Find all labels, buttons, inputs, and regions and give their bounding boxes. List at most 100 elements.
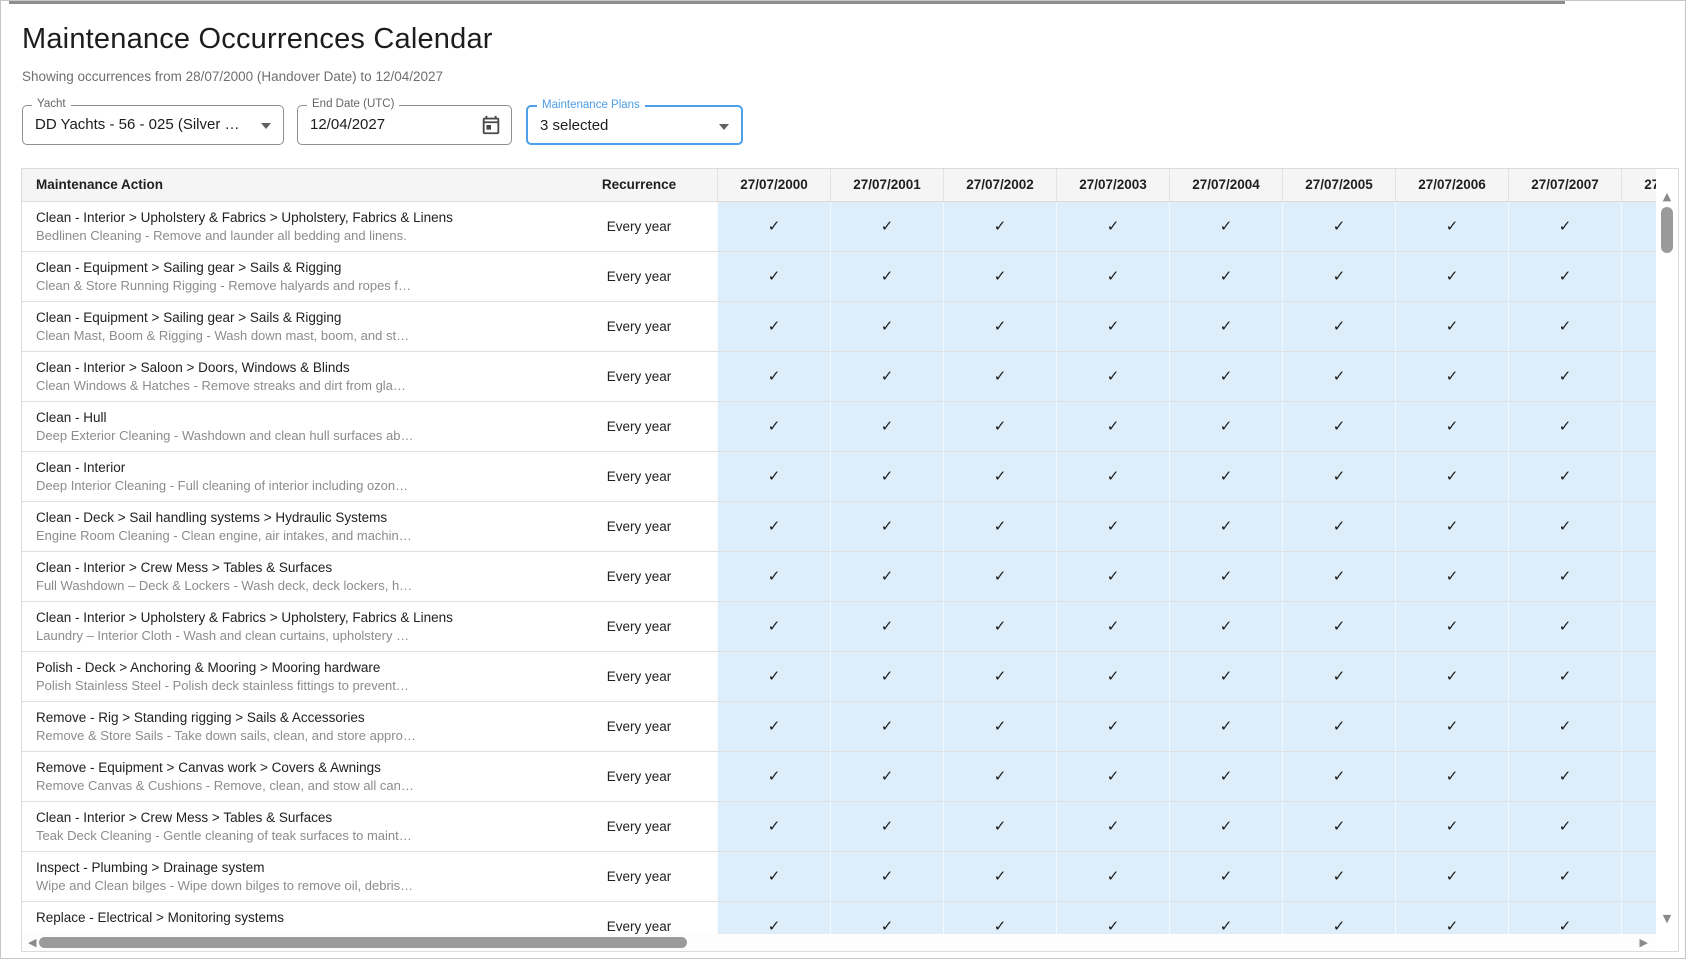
check-icon: ✓ — [994, 568, 1007, 585]
occurrence-cell: ✓ — [943, 352, 1056, 401]
maintenance-action-detail: Clean & Store Running Rigging - Remove h… — [36, 277, 551, 295]
occurrence-cell: ✓ — [830, 202, 943, 251]
check-icon: ✓ — [1107, 368, 1120, 385]
check-icon: ✓ — [1107, 518, 1120, 535]
occurrence-cell: ✓ — [1621, 652, 1656, 701]
occurrence-cell: ✓ — [830, 652, 943, 701]
scroll-up-icon[interactable]: ▲ — [1656, 191, 1678, 203]
app-window: Maintenance Occurrences Calendar Showing… — [0, 0, 1686, 959]
check-icon: ✓ — [994, 818, 1007, 835]
calendar-icon[interactable] — [480, 114, 502, 136]
occurrence-cell: ✓ — [1395, 602, 1508, 651]
check-icon: ✓ — [881, 818, 894, 835]
check-icon: ✓ — [768, 818, 781, 835]
check-icon: ✓ — [994, 368, 1007, 385]
check-icon: ✓ — [1107, 468, 1120, 485]
maintenance-plans-select[interactable]: Maintenance Plans 3 selected — [526, 105, 743, 145]
maintenance-action-title: Clean - Equipment > Sailing gear > Sails… — [36, 259, 551, 277]
maintenance-action-title: Clean - Interior > Crew Mess > Tables & … — [36, 559, 551, 577]
occurrence-cell: ✓ — [1621, 402, 1656, 451]
recurrence-cell: Every year — [561, 852, 717, 901]
occurrence-cell: ✓ — [1395, 502, 1508, 551]
occurrence-cell: ✓ — [1282, 452, 1395, 501]
check-icon: ✓ — [994, 868, 1007, 885]
check-icon: ✓ — [1107, 868, 1120, 885]
check-icon: ✓ — [1333, 718, 1346, 735]
occurrence-cell: ✓ — [1395, 702, 1508, 751]
scroll-down-icon[interactable]: ▼ — [1656, 913, 1678, 925]
occurrence-cell: ✓ — [1621, 752, 1656, 801]
check-icon: ✓ — [1559, 318, 1572, 335]
occurrence-cell: ✓ — [1395, 352, 1508, 401]
check-icon: ✓ — [994, 768, 1007, 785]
check-icon: ✓ — [768, 918, 781, 935]
maintenance-action-title: Polish - Deck > Anchoring & Mooring > Mo… — [36, 659, 551, 677]
maintenance-action-title: Remove - Rig > Standing rigging > Sails … — [36, 709, 551, 727]
occurrence-cell: ✓ — [1056, 302, 1169, 351]
occurrence-cell: ✓ — [1621, 502, 1656, 551]
yacht-select[interactable]: Yacht DD Yachts - 56 - 025 (Silver … — [22, 105, 284, 145]
check-icon: ✓ — [1107, 418, 1120, 435]
occurrence-cell: ✓ — [1056, 352, 1169, 401]
check-icon: ✓ — [1559, 868, 1572, 885]
check-icon: ✓ — [1220, 818, 1233, 835]
maintenance-action-detail: Full Washdown – Deck & Lockers - Wash de… — [36, 577, 551, 595]
check-icon: ✓ — [1559, 268, 1572, 285]
table-row: Clean - Equipment > Sailing gear > Sails… — [22, 302, 1656, 352]
occurrence-cell: ✓ — [717, 302, 830, 351]
check-icon: ✓ — [1446, 368, 1459, 385]
check-icon: ✓ — [1333, 268, 1346, 285]
maintenance-action-title: Clean - Interior > Saloon > Doors, Windo… — [36, 359, 551, 377]
occurrence-cell: ✓ — [830, 552, 943, 601]
maintenance-plans-value: 3 selected — [540, 107, 608, 145]
occurrence-cell: ✓ — [1169, 252, 1282, 301]
table-row: Remove - Rig > Standing rigging > Sails … — [22, 702, 1656, 752]
check-icon: ✓ — [768, 618, 781, 635]
occurrence-cell: ✓ — [830, 602, 943, 651]
end-date-input[interactable]: End Date (UTC) 12/04/2027 — [297, 105, 512, 145]
occurrences-table: Maintenance Action Recurrence 27/07/2000… — [21, 168, 1679, 952]
end-date-value: 12/04/2027 — [310, 106, 385, 144]
occurrence-cell: ✓ — [1621, 302, 1656, 351]
occurrence-cell: ✓ — [1282, 352, 1395, 401]
check-icon: ✓ — [1446, 518, 1459, 535]
occurrence-cell: ✓ — [1508, 402, 1621, 451]
chevron-down-icon[interactable] — [261, 123, 271, 129]
scroll-right-icon[interactable]: ▶ — [1640, 935, 1648, 950]
occurrence-cell: ✓ — [1395, 452, 1508, 501]
occurrence-cell: ✓ — [943, 452, 1056, 501]
occurrence-cell: ✓ — [717, 352, 830, 401]
occurrence-cell: ✓ — [830, 352, 943, 401]
check-icon: ✓ — [881, 918, 894, 935]
occurrence-cell: ✓ — [1056, 402, 1169, 451]
maintenance-action-detail: Bedlinen Cleaning - Remove and launder a… — [36, 227, 551, 245]
check-icon: ✓ — [1559, 768, 1572, 785]
recurrence-cell: Every year — [561, 702, 717, 751]
occurrence-cell: ✓ — [717, 752, 830, 801]
occurrence-cell: ✓ — [830, 452, 943, 501]
maintenance-action-cell: Clean - Equipment > Sailing gear > Sails… — [22, 302, 561, 351]
maintenance-action-cell: Clean - Interior > Upholstery & Fabrics … — [22, 602, 561, 651]
occurrence-cell: ✓ — [1508, 702, 1621, 751]
occurrence-cell: ✓ — [1169, 452, 1282, 501]
maintenance-action-detail: Clean Windows & Hatches - Remove streaks… — [36, 377, 551, 395]
check-icon: ✓ — [1446, 568, 1459, 585]
vertical-scrollbar[interactable]: ▲ ▼ — [1656, 169, 1678, 934]
check-icon: ✓ — [1333, 868, 1346, 885]
chevron-down-icon[interactable] — [719, 124, 729, 130]
occurrence-cell: ✓ — [717, 502, 830, 551]
check-icon: ✓ — [1107, 318, 1120, 335]
occurrence-cell: ✓ — [1282, 852, 1395, 901]
occurrence-cell: ✓ — [1056, 502, 1169, 551]
horizontal-scrollbar[interactable]: ◀ ▶ — [22, 934, 1656, 951]
occurrence-cell: ✓ — [717, 652, 830, 701]
vertical-scrollbar-thumb[interactable] — [1661, 207, 1673, 253]
occurrence-cell: ✓ — [717, 452, 830, 501]
occurrence-cell: ✓ — [943, 852, 1056, 901]
check-icon: ✓ — [1220, 368, 1233, 385]
occurrence-cell: ✓ — [830, 502, 943, 551]
occurrence-cell: ✓ — [717, 802, 830, 851]
check-icon: ✓ — [994, 268, 1007, 285]
scroll-left-icon[interactable]: ◀ — [28, 935, 36, 950]
horizontal-scrollbar-thumb[interactable] — [39, 937, 687, 948]
